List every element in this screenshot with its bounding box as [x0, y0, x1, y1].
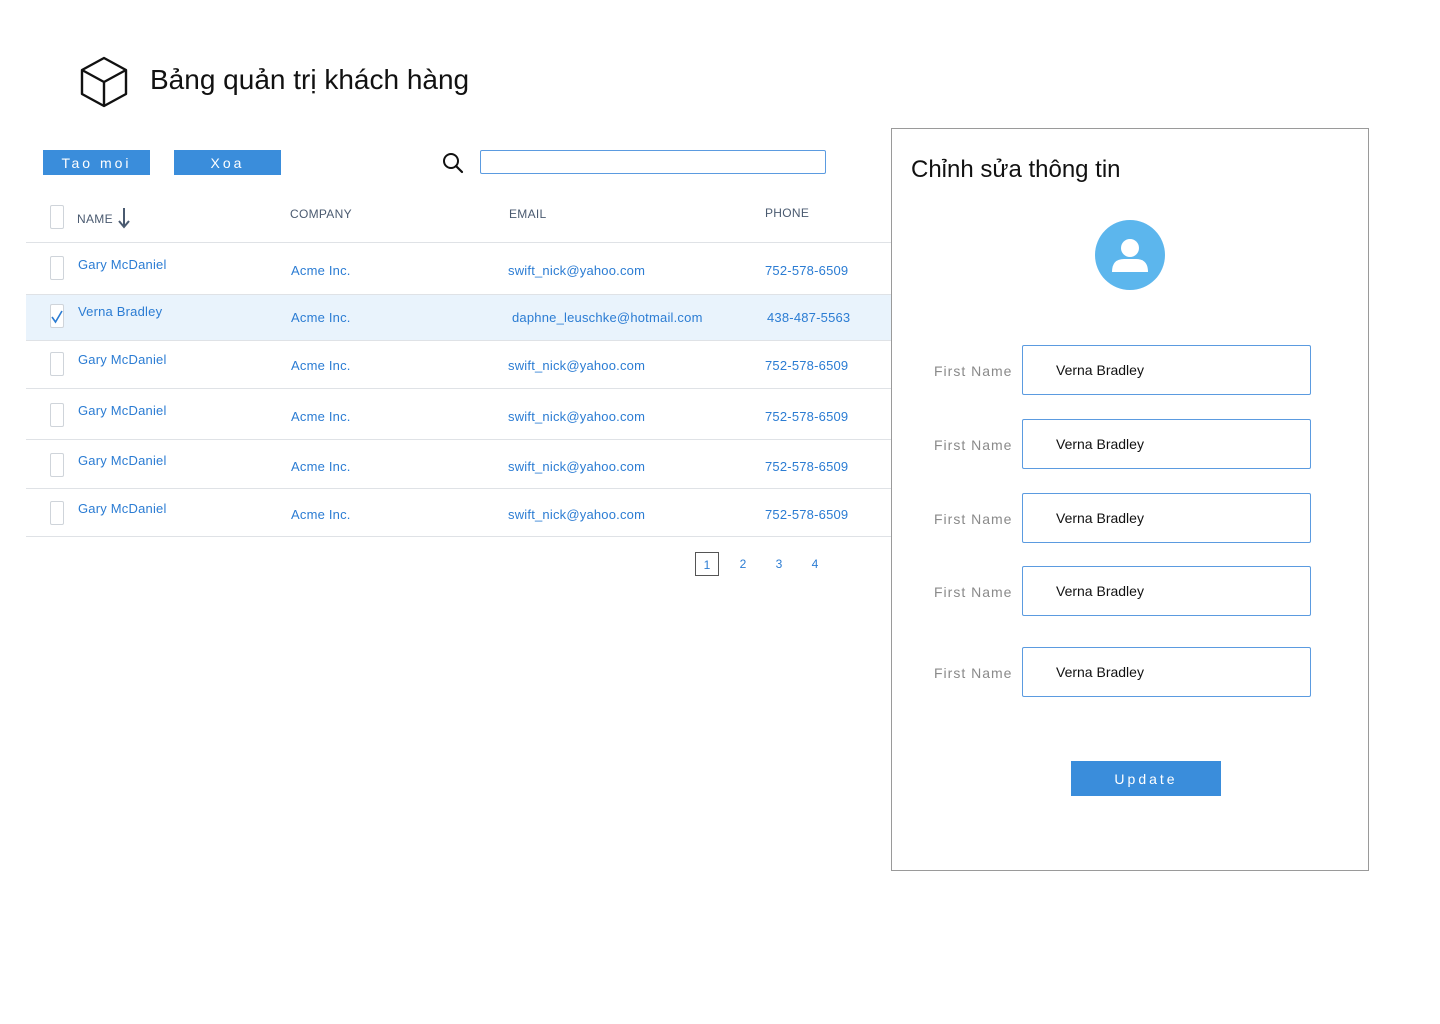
row-checkbox-checked[interactable]: [50, 304, 64, 328]
first-name-field[interactable]: [1022, 566, 1311, 616]
search-input[interactable]: [480, 150, 826, 174]
row-company: Acme Inc.: [291, 507, 351, 522]
row-name[interactable]: Verna Bradley: [78, 304, 162, 319]
row-email[interactable]: swift_nick@yahoo.com: [508, 409, 645, 424]
row-checkbox[interactable]: [50, 403, 64, 427]
row-name[interactable]: Gary McDaniel: [78, 257, 167, 272]
update-button[interactable]: Update: [1071, 761, 1221, 796]
first-name-field[interactable]: [1022, 345, 1311, 395]
row-company: Acme Inc.: [291, 409, 351, 424]
row-company: Acme Inc.: [291, 358, 351, 373]
page-3-button[interactable]: 3: [767, 552, 791, 576]
arrow-down-icon[interactable]: [118, 207, 130, 229]
row-phone: 752-578-6509: [765, 358, 849, 373]
row-phone: 752-578-6509: [765, 409, 849, 424]
field-label: First Name: [934, 363, 1013, 379]
cube-icon: [80, 56, 128, 108]
page-4-button[interactable]: 4: [803, 552, 827, 576]
first-name-field[interactable]: [1022, 419, 1311, 469]
column-header-email[interactable]: EMAIL: [509, 207, 547, 221]
checkmark-icon: [51, 310, 63, 324]
row-checkbox[interactable]: [50, 501, 64, 525]
table-divider: [26, 536, 891, 537]
edit-panel-title: Chỉnh sửa thông tin: [911, 156, 1121, 183]
row-checkbox[interactable]: [50, 256, 64, 280]
column-header-phone[interactable]: PHONE: [765, 206, 809, 220]
row-phone: 438-487-5563: [767, 310, 851, 325]
row-phone: 752-578-6509: [765, 263, 849, 278]
page-1-button[interactable]: 1: [695, 552, 719, 576]
row-phone: 752-578-6509: [765, 459, 849, 474]
user-icon: [1112, 239, 1148, 272]
first-name-field[interactable]: [1022, 493, 1311, 543]
row-name[interactable]: Gary McDaniel: [78, 501, 167, 516]
row-name[interactable]: Gary McDaniel: [78, 453, 167, 468]
select-all-checkbox[interactable]: [50, 205, 64, 229]
page-2-button[interactable]: 2: [731, 552, 755, 576]
field-label: First Name: [934, 437, 1013, 453]
column-header-name[interactable]: NAME: [77, 212, 113, 226]
row-company: Acme Inc.: [291, 310, 351, 325]
field-label: First Name: [934, 584, 1013, 600]
field-label: First Name: [934, 511, 1013, 527]
row-email[interactable]: swift_nick@yahoo.com: [508, 459, 645, 474]
row-company: Acme Inc.: [291, 459, 351, 474]
row-checkbox[interactable]: [50, 352, 64, 376]
row-phone: 752-578-6509: [765, 507, 849, 522]
avatar[interactable]: [1095, 220, 1165, 290]
row-email[interactable]: swift_nick@yahoo.com: [508, 507, 645, 522]
row-name[interactable]: Gary McDaniel: [78, 352, 167, 367]
column-header-company[interactable]: COMPANY: [290, 207, 352, 221]
row-name[interactable]: Gary McDaniel: [78, 403, 167, 418]
delete-button[interactable]: Xoa: [174, 150, 281, 175]
row-company: Acme Inc.: [291, 263, 351, 278]
first-name-field[interactable]: [1022, 647, 1311, 697]
row-email[interactable]: swift_nick@yahoo.com: [508, 358, 645, 373]
row-email[interactable]: swift_nick@yahoo.com: [508, 263, 645, 278]
row-checkbox[interactable]: [50, 453, 64, 477]
page-title: Bảng quản trị khách hàng: [150, 64, 470, 95]
row-email[interactable]: daphne_leuschke@hotmail.com: [512, 310, 703, 325]
field-label: First Name: [934, 665, 1013, 681]
create-new-button[interactable]: Tao moi: [43, 150, 150, 175]
search-icon[interactable]: [442, 152, 464, 174]
